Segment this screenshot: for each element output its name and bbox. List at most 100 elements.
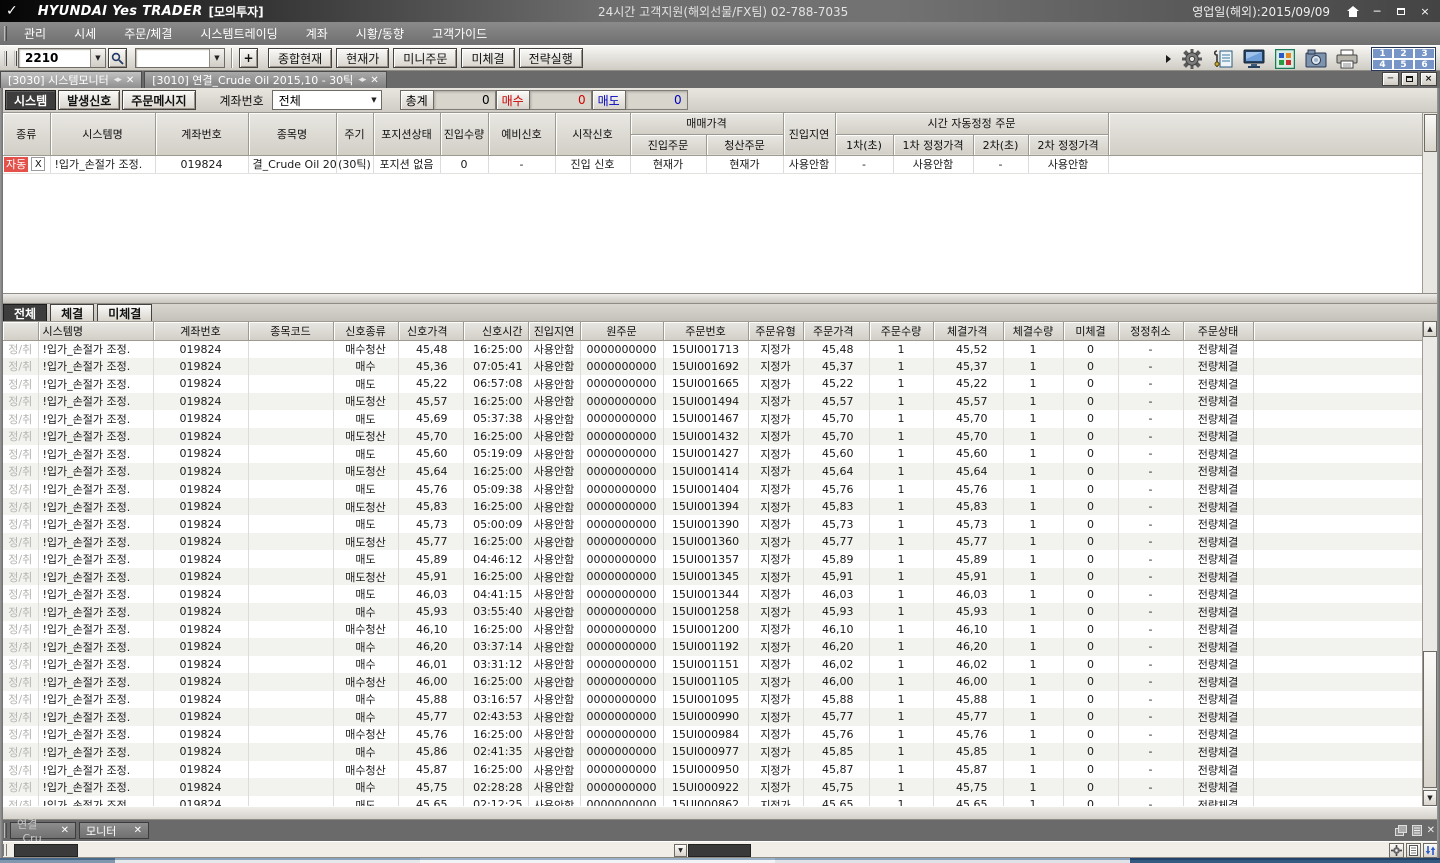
sys-col-t1-sec[interactable]: 1차(초) xyxy=(835,134,893,155)
orders-column-header[interactable]: 신호시간 xyxy=(463,322,528,340)
camera-icon[interactable] xyxy=(1303,48,1329,70)
order-row[interactable]: 정/취!입가_손절가 조정.019824매수45,9303:55:40사용안함0… xyxy=(3,603,1422,621)
toolbar-quick-button[interactable]: 종합현재 xyxy=(268,48,332,68)
sys-col-entry-order[interactable]: 진입주문 xyxy=(630,134,706,155)
orders-column-header[interactable]: 체결가격 xyxy=(933,322,1003,340)
sys-col-reserve[interactable]: 예비신호 xyxy=(488,113,555,155)
orders-column-header[interactable]: 주문상태 xyxy=(1183,322,1253,340)
bottom-tabstrip-grip[interactable] xyxy=(4,823,7,838)
order-row[interactable]: 정/취!입가_손절가 조정.019824매도청산45,8316:25:00사용안… xyxy=(3,498,1422,516)
order-row[interactable]: 정/취!입가_손절가 조정.019824매수45,3607:05:41사용안함0… xyxy=(3,358,1422,376)
quick-screen-number[interactable]: 5 xyxy=(1393,59,1414,70)
orders-column-header[interactable]: 신호가격 xyxy=(398,322,463,340)
orders-table-scrollbar[interactable]: ▲ ▼ xyxy=(1422,321,1437,806)
document-tab[interactable]: [3010] 연결_Crude Oil 2015,10 - 30틱 ◂▸ ✕ xyxy=(144,71,387,88)
sys-col-t2-sec[interactable]: 2차(초) xyxy=(973,134,1028,155)
account-combo[interactable]: 전체 ▼ xyxy=(272,90,382,110)
sys-col-position[interactable]: 포지션상태 xyxy=(373,113,440,155)
chevron-down-icon[interactable]: ▼ xyxy=(90,49,105,67)
order-row[interactable]: 정/취!입가_손절가 조정.019824매도45,6005:19:09사용안함0… xyxy=(3,445,1422,463)
tab-close-icon[interactable]: ✕ xyxy=(370,75,378,86)
orders-column-header[interactable]: 신호종류 xyxy=(333,322,398,340)
menu-item[interactable]: 고객가이드 xyxy=(418,25,501,42)
order-row[interactable]: 정/취!입가_손절가 조정.019824매도청산45,9116:25:00사용안… xyxy=(3,568,1422,586)
quick-screen-number[interactable]: 1 xyxy=(1372,48,1393,59)
menu-item[interactable]: 시스템트레이딩 xyxy=(186,25,291,42)
tab-swap-icon[interactable]: ◂▸ xyxy=(114,75,121,85)
cascade-windows-icon[interactable] xyxy=(1395,825,1407,836)
toolbar-grip[interactable] xyxy=(4,51,7,66)
symbol-combo[interactable]: ▼ xyxy=(135,48,225,68)
toolbar-grip2[interactable] xyxy=(14,51,17,66)
view-mode-button[interactable]: 발생신호 xyxy=(58,90,120,110)
order-row[interactable]: 정/취!입가_손절가 조정.019824매수45,7702:43:53사용안함0… xyxy=(3,708,1422,726)
order-row[interactable]: 정/취!입가_손절가 조정.019824매도46,0304:41:15사용안함0… xyxy=(3,585,1422,603)
order-row[interactable]: 정/취!입가_손절가 조정.019824매도청산45,7016:25:00사용안… xyxy=(3,428,1422,446)
order-row[interactable]: 정/취!입가_손절가 조정.019824매수45,7502:28:28사용안함0… xyxy=(3,778,1422,796)
orders-column-header[interactable]: 체결수량 xyxy=(1003,322,1063,340)
mdi-minimize-button[interactable]: ─ xyxy=(1382,72,1399,86)
quick-screen-number[interactable]: 4 xyxy=(1372,59,1393,70)
orders-horizontal-scrollbar[interactable] xyxy=(3,806,1437,820)
search-button[interactable] xyxy=(108,48,127,68)
sys-col-t1-price[interactable]: 1차 정정가격 xyxy=(893,134,973,155)
order-row[interactable]: 정/취!입가_손절가 조정.019824매도45,8904:46:12사용안함0… xyxy=(3,550,1422,568)
order-row[interactable]: 정/취!입가_손절가 조정.019824매수청산46,1016:25:00사용안… xyxy=(3,621,1422,639)
order-row[interactable]: 정/취!입가_손절가 조정.019824매수45,8602:41:35사용안함0… xyxy=(3,743,1422,761)
orders-column-header[interactable]: 종목코드 xyxy=(248,322,333,340)
system-table-scrollbar[interactable] xyxy=(1422,113,1437,293)
view-mode-button[interactable]: 시스템 xyxy=(5,90,56,110)
orders-column-header[interactable]: 계좌번호 xyxy=(153,322,248,340)
notes-clipboard-icon[interactable] xyxy=(1210,48,1236,70)
menubar-grip[interactable] xyxy=(4,26,7,41)
chevron-down-icon[interactable]: ▼ xyxy=(209,49,224,67)
scroll-down-icon[interactable]: ▼ xyxy=(1423,790,1437,806)
orders-column-header[interactable]: 주문수량 xyxy=(869,322,933,340)
quick-screen-number[interactable]: 2 xyxy=(1393,48,1414,59)
view-mode-button[interactable]: 주문메시지 xyxy=(122,90,195,110)
toolbar-quick-button[interactable]: 미체결 xyxy=(461,48,514,68)
orders-column-header[interactable]: 주문번호 xyxy=(663,322,748,340)
menu-item[interactable]: 시황/동향 xyxy=(342,25,418,42)
system-row[interactable]: 자동 X !입가_손절가 조정. 019824 결_Crude Oil 2015… xyxy=(3,155,1422,173)
order-row[interactable]: 정/취!입가_손절가 조정.019824매수청산45,8716:25:00사용안… xyxy=(3,761,1422,779)
scroll-up-icon[interactable]: ▲ xyxy=(1423,321,1437,337)
sys-col-name[interactable]: 종목명 xyxy=(248,113,336,155)
orders-tab[interactable]: 전체 xyxy=(3,304,47,321)
menu-item[interactable]: 관리 xyxy=(10,25,60,42)
bottom-close-icon[interactable]: ✕ xyxy=(1427,825,1435,836)
toolbar-quick-button[interactable]: 미니주문 xyxy=(393,48,457,68)
home-icon[interactable] xyxy=(1346,5,1360,18)
chevron-down-icon[interactable]: ▼ xyxy=(674,844,687,857)
sys-col-start[interactable]: 시작신호 xyxy=(555,113,630,155)
refresh-arrows-icon[interactable] xyxy=(1423,843,1438,858)
monitor-icon[interactable] xyxy=(1241,48,1267,70)
orders-tab[interactable]: 체결 xyxy=(50,304,94,321)
document-list-icon[interactable] xyxy=(1412,825,1422,836)
scrollbar-thumb[interactable] xyxy=(1423,651,1437,788)
orders-column-header[interactable]: 주문유형 xyxy=(748,322,803,340)
add-button[interactable]: + xyxy=(239,48,258,68)
order-row[interactable]: 정/취!입가_손절가 조정.019824매수46,2003:37:14사용안함0… xyxy=(3,638,1422,656)
quick-screen-number[interactable]: 6 xyxy=(1414,59,1435,70)
orders-column-header[interactable]: 미체결 xyxy=(1063,322,1118,340)
sys-col-t2-price[interactable]: 2차 정정가격 xyxy=(1028,134,1108,155)
horizontal-splitter[interactable] xyxy=(3,293,1437,304)
orders-column-header[interactable]: 시스템명 xyxy=(38,322,153,340)
order-row[interactable]: 정/취!입가_손절가 조정.019824매도45,7605:09:38사용안함0… xyxy=(3,480,1422,498)
sys-col-account[interactable]: 계좌번호 xyxy=(155,113,248,155)
order-row[interactable]: 정/취!입가_손절가 조정.019824매도청산45,6416:25:00사용안… xyxy=(3,463,1422,481)
orders-column-header[interactable]: 정정취소 xyxy=(1118,322,1183,340)
sys-col-period[interactable]: 주기 xyxy=(336,113,373,155)
tab-swap-icon[interactable]: ◂▸ xyxy=(358,75,365,85)
sys-col-entry-qty[interactable]: 진입수량 xyxy=(440,113,488,155)
printer-icon[interactable] xyxy=(1334,48,1360,70)
menu-item[interactable]: 계좌 xyxy=(292,25,342,42)
mdi-close-button[interactable]: × xyxy=(1420,72,1437,86)
order-row[interactable]: 정/취!입가_손절가 조정.019824매수청산45,4816:25:00사용안… xyxy=(3,340,1422,358)
sys-col-exit-order[interactable]: 청산주문 xyxy=(706,134,783,155)
restore-button[interactable] xyxy=(1394,5,1408,18)
sys-col-entry-delay[interactable]: 진입지연 xyxy=(783,113,835,155)
order-row[interactable]: 정/취!입가_손절가 조정.019824매도45,7305:00:09사용안함0… xyxy=(3,515,1422,533)
order-row[interactable]: 정/취!입가_손절가 조정.019824매도청산45,5716:25:00사용안… xyxy=(3,393,1422,411)
